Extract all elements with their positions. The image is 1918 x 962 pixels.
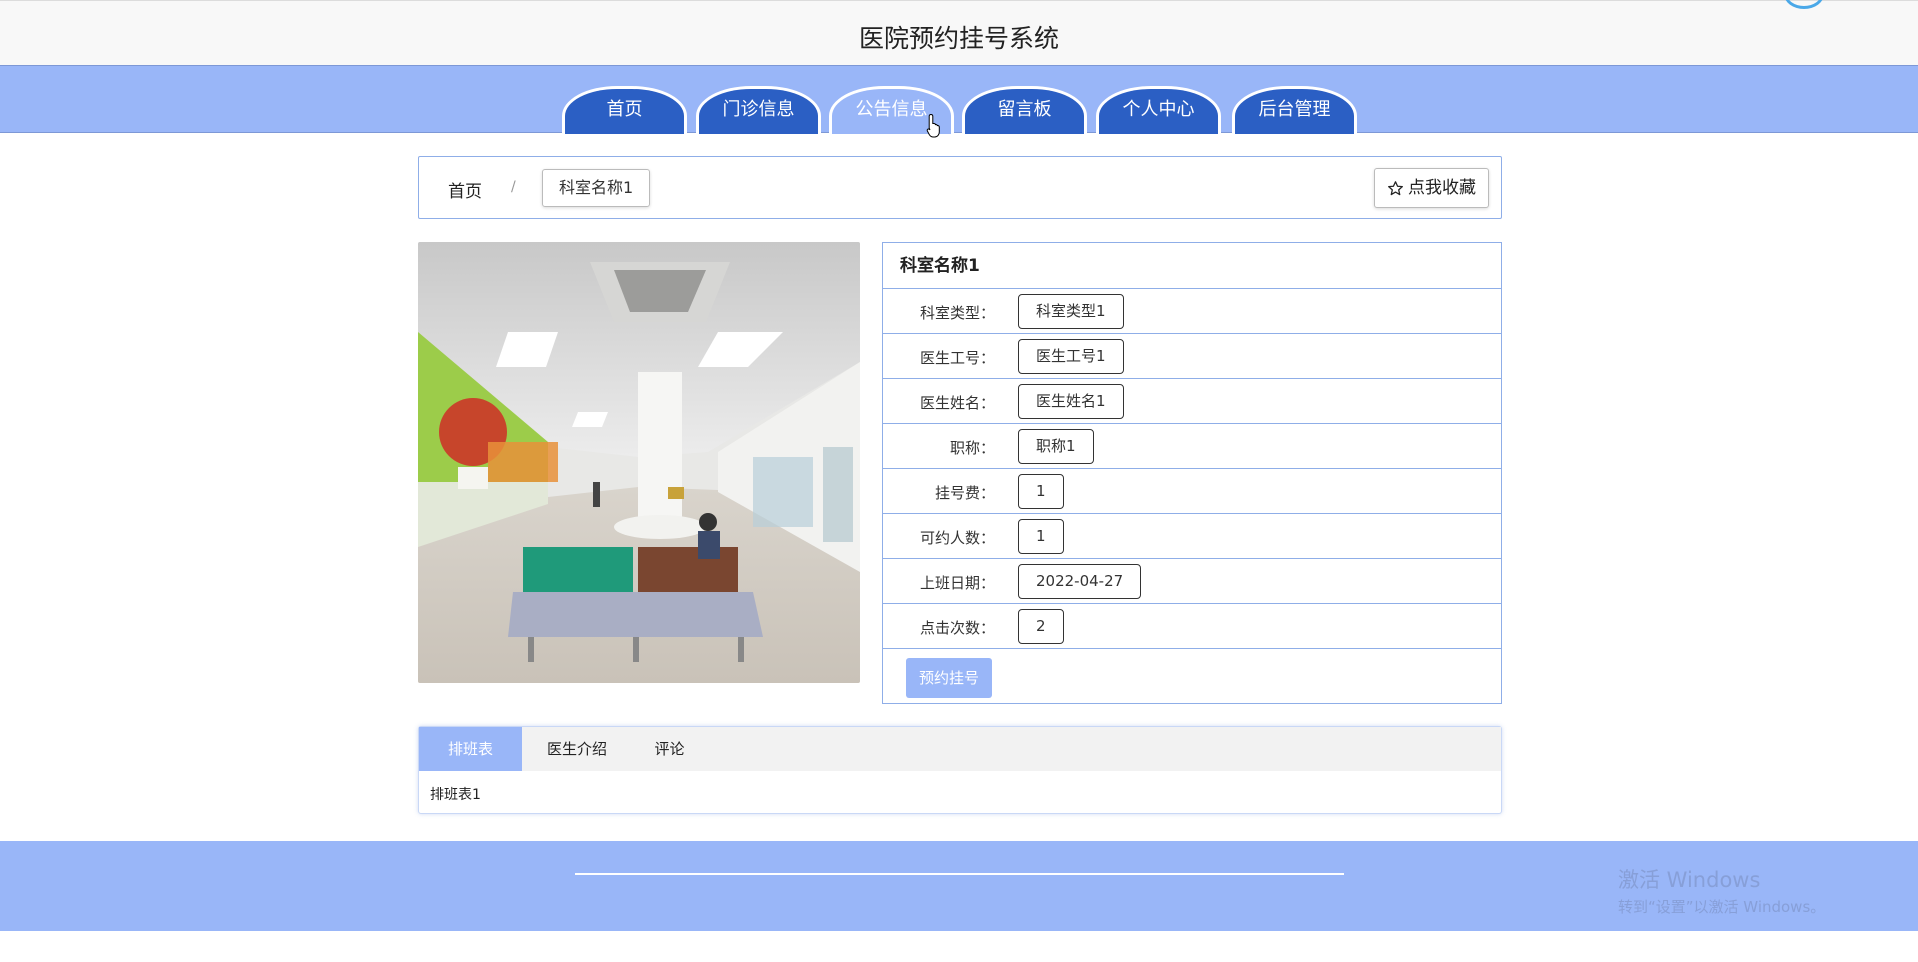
nav-tab-message-board[interactable]: 留言板 <box>962 86 1087 134</box>
fee-value: 1 <box>1018 474 1064 509</box>
fee-label: 挂号费： <box>934 484 995 502</box>
nav-tab-admin[interactable]: 后台管理 <box>1232 86 1357 134</box>
tab-bar: 排班表 医生介绍 评论 <box>419 727 1501 771</box>
work-date-value: 2022-04-27 <box>1018 564 1142 599</box>
job-title-value: 职称1 <box>1018 429 1094 464</box>
favorite-label: 点我收藏 <box>1408 178 1476 198</box>
nav-tab-home[interactable]: 首页 <box>562 86 687 134</box>
windows-activation-watermark: 激活 Windows 转到“设置”以激活 Windows。 <box>1618 864 1825 917</box>
detail-row-fee: 挂号费： 1 <box>883 469 1501 514</box>
tab-content: 排班表1 <box>430 787 481 803</box>
department-detail-table: 科室名称1 科室类型： 科室类型1 医生工号： 医生工号1 医生姓名： 医生姓名… <box>882 242 1502 704</box>
tab-doctor-intro[interactable]: 医生介绍 <box>522 727 632 771</box>
hand-cursor-icon <box>926 113 940 138</box>
nav-tab-clinic-info[interactable]: 门诊信息 <box>696 86 821 134</box>
tab-schedule[interactable]: 排班表 <box>419 727 522 771</box>
detail-row-dept-type: 科室类型： 科室类型1 <box>883 289 1501 334</box>
site-footer: 激活 Windows 转到“设置”以激活 Windows。 <box>0 841 1918 931</box>
department-photo <box>418 242 860 683</box>
detail-row-doctor-name: 医生姓名： 医生姓名1 <box>883 379 1501 424</box>
star-outline-icon <box>1388 180 1403 195</box>
tab-comments[interactable]: 评论 <box>632 727 707 771</box>
work-date-label: 上班日期： <box>919 574 995 592</box>
watermark-line-2: 转到“设置”以激活 Windows。 <box>1618 898 1826 916</box>
doctor-name-value: 医生姓名1 <box>1018 384 1124 419</box>
job-title-label: 职称： <box>949 439 995 457</box>
breadcrumb-separator: / <box>511 179 516 195</box>
doctor-name-label: 医生姓名： <box>919 394 995 412</box>
detail-title: 科室名称1 <box>883 243 1501 289</box>
corner-circle-icon <box>1784 0 1824 9</box>
main-navbar: 首页 门诊信息 公告信息 留言板 个人中心 后台管理 <box>0 65 1918 134</box>
footer-divider <box>575 873 1344 875</box>
detail-row-doctor-id: 医生工号： 医生工号1 <box>883 334 1501 379</box>
dept-type-label: 科室类型： <box>919 304 995 322</box>
book-appointment-button[interactable]: 预约挂号 <box>906 658 992 698</box>
watermark-line-1: 激活 Windows <box>1618 868 1761 892</box>
info-tab-panel: 排班表 医生介绍 评论 排班表1 <box>418 726 1502 814</box>
dept-type-value: 科室类型1 <box>1018 294 1124 329</box>
favorite-button[interactable]: 点我收藏 <box>1374 168 1489 208</box>
clicks-value: 2 <box>1018 609 1064 644</box>
detail-row-clicks: 点击次数： 2 <box>883 604 1501 649</box>
doctor-id-label: 医生工号： <box>919 349 995 367</box>
detail-row-capacity: 可约人数： 1 <box>883 514 1501 559</box>
detail-action-row: 预约挂号 <box>883 649 1501 701</box>
breadcrumb: 首页 / 科室名称1 点我收藏 <box>418 156 1502 219</box>
capacity-label: 可约人数： <box>919 529 995 547</box>
capacity-value: 1 <box>1018 519 1064 554</box>
doctor-id-value: 医生工号1 <box>1018 339 1124 374</box>
site-header: 医院预约挂号系统 <box>0 0 1918 65</box>
clicks-label: 点击次数： <box>919 619 995 637</box>
site-title: 医院预约挂号系统 <box>858 24 1059 53</box>
detail-row-title: 职称： 职称1 <box>883 424 1501 469</box>
nav-tab-personal-center[interactable]: 个人中心 <box>1096 86 1221 134</box>
breadcrumb-current: 科室名称1 <box>542 169 651 207</box>
breadcrumb-home-link[interactable]: 首页 <box>448 177 482 202</box>
detail-row-work-date: 上班日期： 2022-04-27 <box>883 559 1501 604</box>
